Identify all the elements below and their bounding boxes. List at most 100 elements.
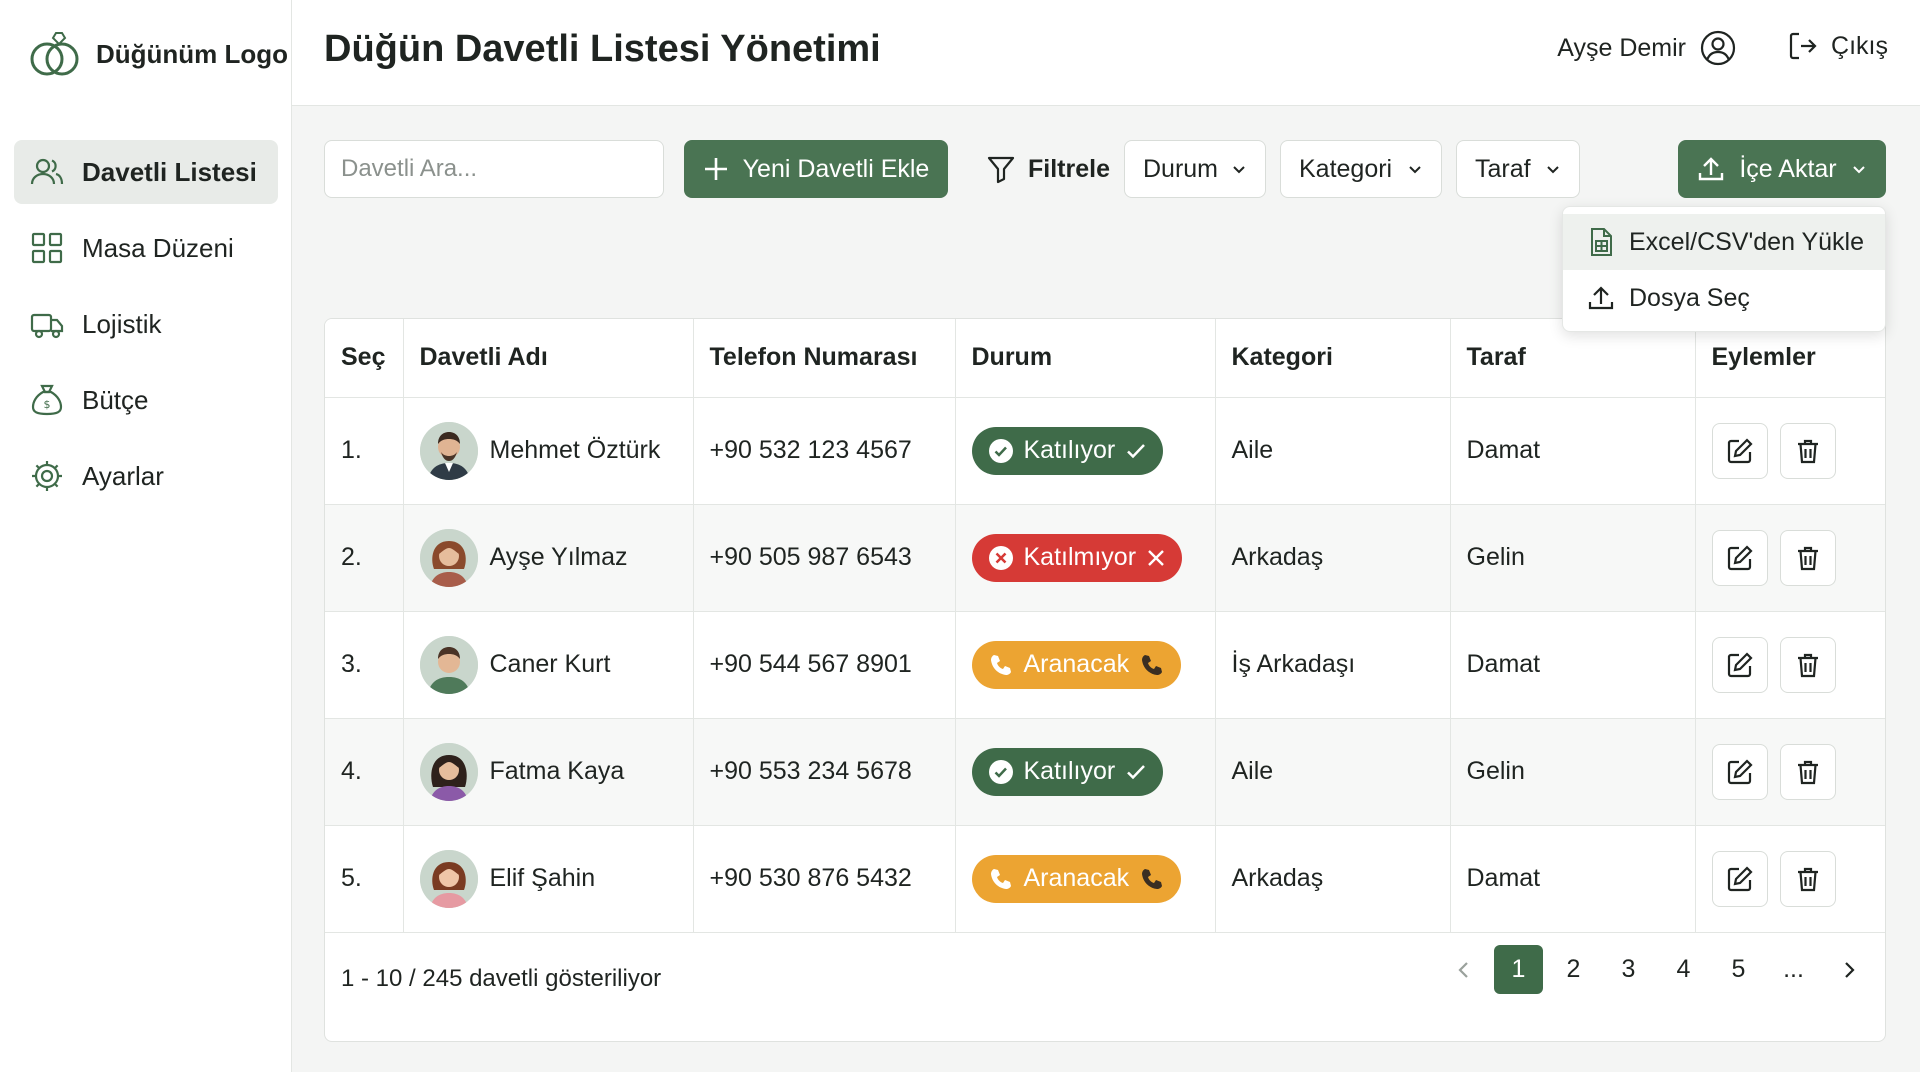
avatar (419, 849, 478, 908)
table-row[interactable]: 2. Ayşe Yılmaz +90 505 987 6543 Katılmıy… (325, 504, 1885, 612)
row-number: 5. (325, 825, 404, 933)
guest-table: Seç Davetli Adı Telefon Numarası Durum K… (325, 319, 1885, 933)
trash-icon (1798, 760, 1819, 784)
sidebar-item-budget[interactable]: $ Bütçe (14, 368, 278, 432)
trash-icon (1798, 546, 1819, 570)
table-row[interactable]: 4. Fatma Kaya +90 553 234 5678 Katılıyor… (325, 718, 1885, 826)
page-button-4[interactable]: 4 (1659, 945, 1708, 994)
sidebar-item-logistics[interactable]: Lojistik (14, 292, 278, 356)
add-guest-button[interactable]: Yeni Davetli Ekle (684, 140, 948, 198)
sidebar-item-guest-list[interactable]: Davetli Listesi (14, 140, 278, 204)
row-number: 2. (325, 504, 404, 612)
next-page-button[interactable] (1824, 945, 1873, 994)
delete-button[interactable] (1780, 636, 1837, 693)
page-button-1[interactable]: 1 (1494, 945, 1543, 994)
delete-button[interactable] (1780, 422, 1837, 479)
row-number: 3. (325, 611, 404, 719)
edit-icon (1727, 437, 1753, 463)
column-header-status[interactable]: Durum (955, 319, 1216, 398)
guest-phone: +90 532 123 4567 (693, 397, 956, 505)
guest-category: İş Arkadaşı (1215, 611, 1451, 719)
status-dropdown[interactable]: Durum (1124, 140, 1266, 198)
rings-logo-icon (30, 32, 79, 76)
import-button[interactable]: İçe Aktar (1678, 140, 1886, 198)
category-dropdown[interactable]: Kategori (1280, 140, 1442, 198)
chevron-right-icon (1844, 961, 1855, 978)
import-dropdown-menu: Excel/CSV'den Yükle Dosya Seç (1562, 206, 1886, 332)
status-badge[interactable]: Katılıyor (971, 426, 1164, 475)
page-button-2[interactable]: 2 (1549, 945, 1598, 994)
pagination: 1 2 3 4 5 ... (1439, 945, 1873, 994)
user-menu[interactable]: Ayşe Demir (1557, 30, 1736, 66)
guest-side: Damat (1450, 397, 1696, 505)
phone-icon (990, 868, 1011, 889)
spreadsheet-file-icon (1591, 228, 1612, 256)
column-header-category[interactable]: Kategori (1215, 319, 1451, 398)
chevron-left-icon (1457, 961, 1468, 978)
table-row[interactable]: 3. Caner Kurt +90 544 567 8901 Aranacak … (325, 611, 1885, 719)
filter-label: Filtrele (1028, 154, 1110, 183)
phone-icon (1142, 654, 1163, 675)
menu-item-label: Dosya Seç (1629, 283, 1750, 312)
status-badge[interactable]: Aranacak (971, 640, 1182, 689)
logo[interactable]: Düğünüm Logo (26, 26, 288, 82)
logo-text: Düğünüm Logo (96, 38, 289, 69)
category-dropdown-label: Kategori (1299, 154, 1393, 183)
import-label: İçe Aktar (1739, 154, 1837, 183)
guest-phone: +90 505 987 6543 (693, 504, 956, 612)
table-row[interactable]: 5. Elif Şahin +90 530 876 5432 Aranacak … (325, 825, 1885, 933)
edit-button[interactable] (1711, 850, 1768, 907)
menu-item-upload-excel[interactable]: Excel/CSV'den Yükle (1563, 214, 1885, 270)
side-dropdown[interactable]: Taraf (1456, 140, 1580, 198)
guest-category: Aile (1215, 718, 1451, 826)
logout-button[interactable]: Çıkış (1787, 30, 1888, 62)
column-header-select[interactable]: Seç (325, 319, 404, 398)
status-badge[interactable]: Katılıyor (971, 747, 1164, 796)
delete-button[interactable] (1780, 529, 1837, 586)
status-badge[interactable]: Aranacak (971, 854, 1182, 903)
edit-icon (1727, 544, 1753, 570)
logout-icon (1789, 32, 1817, 60)
edit-button[interactable] (1711, 743, 1768, 800)
sidebar-item-table-layout[interactable]: Masa Düzeni (14, 216, 278, 280)
edit-button[interactable] (1711, 529, 1768, 586)
guest-phone: +90 544 567 8901 (693, 611, 956, 719)
money-bag-icon: $ (31, 384, 63, 416)
phone-icon (990, 654, 1011, 675)
chevron-down-icon (1409, 166, 1421, 174)
page-button-3[interactable]: 3 (1604, 945, 1653, 994)
top-header: Düğün Davetli Listesi Yönetimi Ayşe Demi… (292, 0, 1920, 106)
check-icon (1127, 764, 1146, 779)
sidebar-item-settings[interactable]: Ayarlar (14, 444, 278, 508)
guest-category: Arkadaş (1215, 825, 1451, 933)
check-icon (1127, 443, 1146, 458)
add-guest-label: Yeni Davetli Ekle (742, 154, 930, 183)
sidebar-item-label: Bütçe (82, 384, 149, 415)
edit-button[interactable] (1711, 422, 1768, 479)
status-badge[interactable]: Katılmıyor (971, 533, 1183, 582)
prev-page-button[interactable] (1439, 945, 1488, 994)
sidebar-item-label: Lojistik (82, 308, 162, 339)
search-box[interactable] (324, 140, 664, 198)
search-input[interactable] (341, 155, 651, 183)
pagination-summary: 1 - 10 / 245 davetli gösteriliyor (341, 965, 662, 992)
column-header-name[interactable]: Davetli Adı (403, 319, 694, 398)
guest-name: Mehmet Öztürk (489, 436, 661, 464)
filter-button[interactable]: Filtrele (986, 140, 1110, 198)
delete-button[interactable] (1780, 743, 1837, 800)
funnel-icon (987, 156, 1015, 184)
gear-icon (32, 461, 62, 491)
page-button-5[interactable]: 5 (1714, 945, 1763, 994)
table-row[interactable]: 1. Mehmet Öztürk +90 532 123 4567 Katılı… (325, 397, 1885, 505)
column-header-phone[interactable]: Telefon Numarası (693, 319, 956, 398)
chevron-down-icon (1233, 166, 1245, 174)
sidebar: Düğünüm Logo Davetli Listesi Masa Düzeni… (0, 0, 292, 1072)
delete-button[interactable] (1780, 850, 1837, 907)
guest-category: Aile (1215, 397, 1451, 505)
menu-item-choose-file[interactable]: Dosya Seç (1563, 270, 1885, 326)
man-avatar-icon (419, 635, 478, 694)
sidebar-item-label: Davetli Listesi (82, 156, 257, 187)
plus-icon (704, 158, 727, 180)
guest-name: Fatma Kaya (489, 757, 625, 785)
edit-button[interactable] (1711, 636, 1768, 693)
